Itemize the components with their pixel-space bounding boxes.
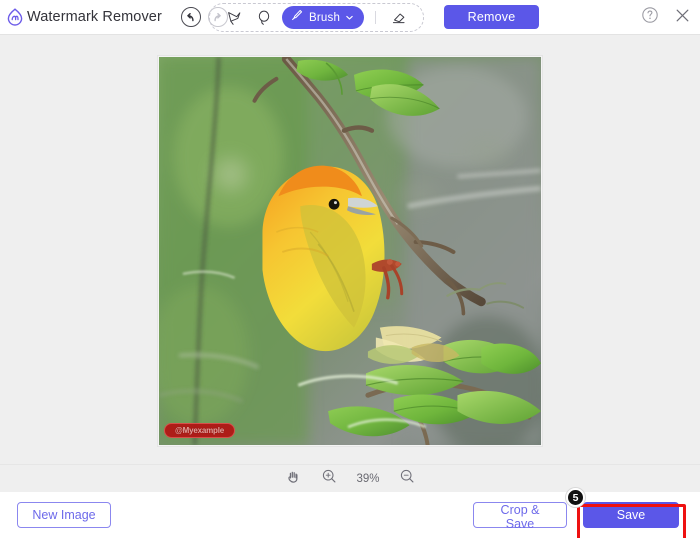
header-right-controls bbox=[641, 0, 692, 35]
hand-pan-button[interactable] bbox=[283, 469, 303, 489]
new-image-button[interactable]: New Image bbox=[17, 502, 111, 528]
droplet-logo-icon bbox=[5, 7, 25, 27]
close-button[interactable] bbox=[673, 6, 692, 30]
watermark-text: @Myexample bbox=[175, 426, 224, 435]
brush-tool[interactable]: Brush bbox=[282, 6, 365, 29]
eraser-icon bbox=[390, 9, 408, 27]
zoom-toolbar: 39% bbox=[0, 464, 700, 492]
image-frame[interactable]: @Myexample bbox=[158, 56, 542, 446]
chevron-down-icon bbox=[345, 9, 354, 27]
brand: Watermark Remover bbox=[0, 7, 162, 27]
polygon-lasso-tool[interactable] bbox=[219, 6, 249, 30]
footer-bar: New Image Crop & Save Save bbox=[0, 492, 700, 538]
watermark-remover-window: Watermark Remover Brush Remove @Myexampl… bbox=[0, 0, 700, 538]
step-badge: 5 bbox=[566, 488, 585, 507]
lasso-tool[interactable] bbox=[249, 6, 279, 30]
question-mark-icon bbox=[641, 6, 659, 29]
eraser-tool[interactable] bbox=[384, 6, 414, 30]
zoom-in-button[interactable] bbox=[319, 469, 339, 489]
close-x-icon bbox=[673, 6, 692, 30]
remove-button[interactable]: Remove bbox=[444, 5, 539, 29]
polygon-lasso-icon bbox=[225, 9, 243, 27]
watermark-selection[interactable]: @Myexample bbox=[164, 423, 235, 438]
save-button[interactable]: Save bbox=[583, 502, 679, 528]
zoom-out-button[interactable] bbox=[397, 469, 417, 489]
brush-icon bbox=[290, 8, 304, 27]
zoom-in-icon bbox=[321, 468, 337, 489]
tool-separator bbox=[375, 11, 377, 24]
undo-button[interactable] bbox=[180, 7, 201, 27]
tool-group: Brush bbox=[209, 3, 425, 32]
brush-tool-label: Brush bbox=[309, 11, 341, 24]
editing-photo[interactable] bbox=[159, 57, 541, 445]
canvas-area[interactable]: @Myexample bbox=[0, 35, 700, 464]
app-title: Watermark Remover bbox=[27, 9, 162, 25]
crop-and-save-button[interactable]: Crop & Save bbox=[473, 502, 567, 531]
zoom-level-label: 39% bbox=[356, 472, 380, 485]
app-header: Watermark Remover Brush Remove bbox=[0, 0, 700, 35]
lasso-icon bbox=[255, 9, 273, 27]
zoom-out-icon bbox=[399, 468, 415, 489]
undo-arrow-icon bbox=[184, 11, 197, 24]
hand-pan-icon bbox=[285, 468, 302, 490]
help-button[interactable] bbox=[641, 6, 659, 29]
